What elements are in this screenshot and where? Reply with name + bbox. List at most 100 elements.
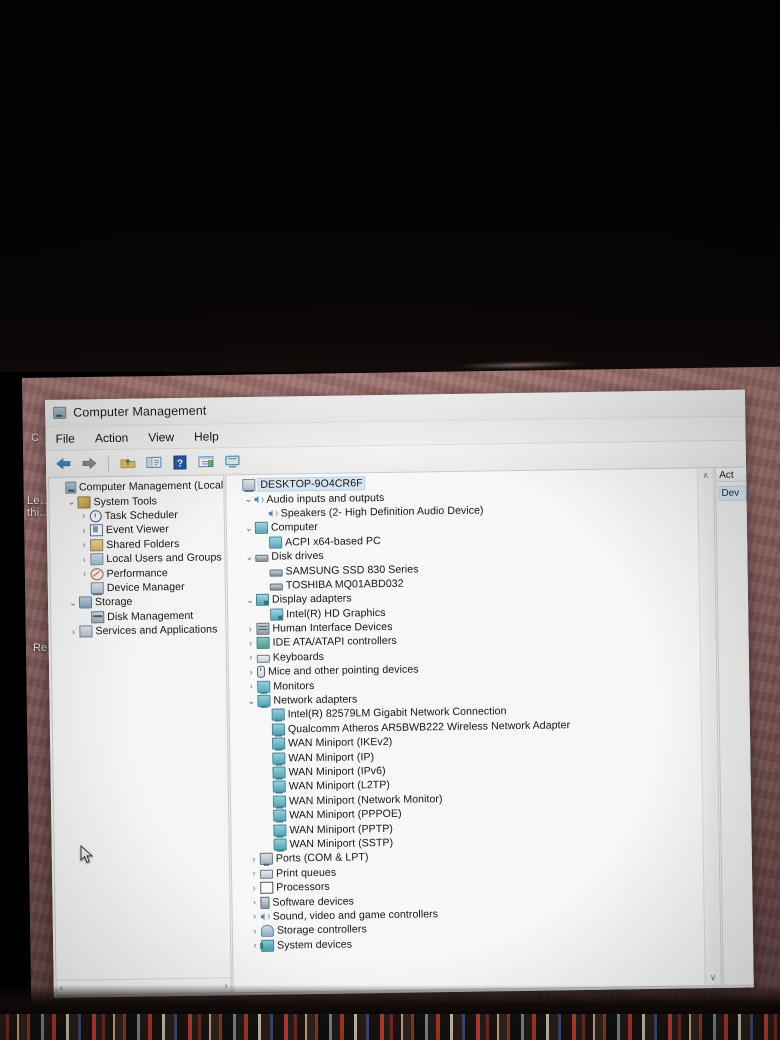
tree-node-label: Local Users and Groups [106,551,222,566]
device-node-label: TOSHIBA MQ01ABD032 [285,577,404,592]
users-icon [90,553,104,566]
scroll-up-arrow[interactable]: ∧ [702,470,709,481]
chevron-right-icon[interactable]: › [67,626,79,636]
network-adapter-icon [272,737,286,750]
device-tree[interactable]: DESKTOP-9O4CR6F ⌄ Audio inputs and outpu… [226,468,720,953]
chevron-right-icon[interactable]: › [245,667,257,677]
toolbar-separator [107,454,110,472]
sound-icon [261,912,270,922]
mouse-cursor [80,845,94,864]
actions-pane-header: Act [716,467,747,483]
chevron-right-icon[interactable]: › [78,511,90,521]
properties-button[interactable] [195,451,217,472]
computer-icon [269,536,283,549]
chevron-down-icon[interactable]: ⌄ [67,597,79,607]
monitor-photo: C Le… thi… Re Computer Management File Ac… [0,0,780,1040]
monitor-button[interactable] [221,451,243,472]
tree-node-label: Services and Applications [95,623,218,638]
device-node-label: Processors [276,880,330,894]
console-tree-pane[interactable]: Computer Management (Local ⌄ System Tool… [48,474,232,996]
chevron-down-icon[interactable]: ⌄ [244,595,256,605]
chevron-right-icon[interactable]: › [248,883,260,893]
chevron-right-icon[interactable]: › [245,652,257,662]
scroll-down-arrow[interactable]: ∨ [710,972,717,983]
tree-node-label: Disk Management [107,609,194,623]
tree-node-label: Shared Folders [106,537,180,551]
chevron-right-icon[interactable]: › [248,868,260,878]
device-node-label: WAN Miniport (IP) [288,750,375,765]
keyboard-icon [256,654,270,663]
chevron-right-icon[interactable]: › [79,568,91,578]
device-node-label: Sound, video and game controllers [272,908,439,923]
menu-action[interactable]: Action [95,430,129,444]
device-node-label: Audio inputs and outputs [266,491,385,506]
tree-node-label: Computer Management (Local [78,479,224,494]
chevron-right-icon[interactable]: › [248,897,260,907]
chevron-right-icon[interactable]: › [78,554,90,564]
chevron-right-icon[interactable]: › [245,681,257,691]
menu-view[interactable]: View [148,430,174,444]
disk-drive-icon [269,569,283,577]
computer-name-label: DESKTOP-9O4CR6F [257,476,366,493]
actions-pane-item-device-manager[interactable]: Dev [718,485,747,502]
chevron-down-icon[interactable]: ⌄ [243,552,255,562]
chevron-down-icon[interactable]: ⌄ [245,695,257,705]
printer-icon [259,869,274,879]
network-adapter-icon [272,766,286,779]
help-button[interactable]: ? [169,451,191,472]
chevron-right-icon[interactable]: › [244,624,256,634]
menu-file[interactable]: File [55,431,75,445]
network-adapter-icon [273,838,287,851]
console-tree-button[interactable] [143,452,165,473]
console-tree[interactable]: Computer Management (Local ⌄ System Tool… [49,475,230,980]
device-node-label: ACPI x64-based PC [285,534,381,549]
device-node-label: WAN Miniport (SSTP) [289,836,394,851]
window-title: Computer Management [73,403,207,420]
system-device-icon [261,939,275,952]
network-adapter-icon [271,723,286,736]
sidebar-item-services-and-applications[interactable]: › Services and Applications [53,622,225,639]
device-node-label: WAN Miniport (PPTP) [289,822,394,836]
device-node-label: Network adapters [273,693,358,707]
device-manager-pane[interactable]: DESKTOP-9O4CR6F ⌄ Audio inputs and outpu… [225,467,722,994]
chevron-down-icon[interactable]: ⌄ [243,523,255,533]
desktop-icon-label-3[interactable]: Re [33,642,47,654]
chevron-down-icon[interactable]: ⌄ [242,494,254,504]
device-node-label: WAN Miniport (PPPOE) [289,807,402,822]
chevron-right-icon[interactable]: › [245,638,257,648]
chevron-down-icon[interactable]: ⌄ [65,497,77,507]
network-adapter-icon [272,780,286,794]
back-button[interactable] [52,453,74,474]
chevron-right-icon[interactable]: › [78,525,90,535]
computer-management-icon [53,406,67,419]
device-node-label: Display adapters [271,592,352,606]
tree-node-label: Storage [94,596,133,609]
clock-icon [89,510,102,523]
bookshelf-strip [0,1014,780,1040]
chevron-right-icon[interactable]: › [248,854,260,864]
device-manager-icon [242,479,256,492]
up-folder-button[interactable] [117,452,139,473]
chevron-right-icon[interactable]: › [249,911,261,921]
device-node-label: Mice and other pointing devices [267,663,419,678]
chevron-right-icon[interactable]: › [249,926,261,936]
forward-button[interactable] [78,453,100,474]
device-node-label: IDE ATA/ATAPI controllers [272,635,397,650]
device-node-label: SAMSUNG SSD 830 Series [285,563,419,577]
device-node-label: Keyboards [272,650,325,664]
device-node-label: Monitors [273,679,315,693]
window-body: Computer Management (Local ⌄ System Tool… [46,464,754,998]
menu-help[interactable]: Help [194,429,219,443]
device-node-label: WAN Miniport (Network Monitor) [288,792,443,808]
desktop-icon-label-1[interactable]: C [31,432,39,444]
audio-icon [269,509,278,519]
software-device-icon [260,896,270,909]
system-tools-icon [77,495,91,509]
audio-icon [254,494,263,504]
device-node-label: Software devices [272,894,355,909]
chevron-right-icon[interactable]: › [78,540,90,550]
computer-management-window[interactable]: Computer Management File Action View Hel… [45,389,754,998]
disk-drive-icon [255,554,269,563]
computer-icon [254,522,269,535]
device-node-label: Computer [270,521,318,535]
